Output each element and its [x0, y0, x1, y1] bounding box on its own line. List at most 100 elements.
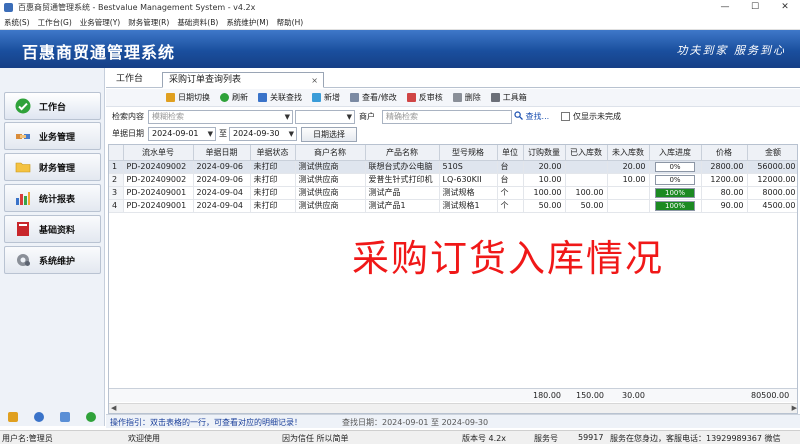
menu-help[interactable]: 帮助(H) — [277, 17, 304, 28]
cell-model: LQ-630KII — [439, 173, 498, 187]
horizontal-scrollbar[interactable]: ◀ ▶ — [109, 403, 797, 413]
sidebar-item-finance[interactable]: 财务管理 — [4, 153, 101, 181]
cell-model: 510S — [439, 160, 498, 174]
sidebar-item-basic-data[interactable]: 基础资料 — [4, 215, 101, 243]
monitor-icon[interactable] — [60, 412, 70, 422]
vendor-input[interactable]: 精确检索 — [382, 110, 512, 124]
only-unfinished-checkbox[interactable] — [561, 112, 570, 121]
cell-in: 50.00 — [565, 199, 608, 213]
date-select-button[interactable]: 日期选择 — [301, 127, 357, 142]
progress-bar: 100% — [655, 200, 695, 211]
only-unfinished-label: 仅显示未完成 — [573, 112, 621, 121]
col-header[interactable]: 已入库数 — [565, 145, 608, 161]
purchase-order-table: 流水单号 单据日期 单据状态 商户名称 产品名称 型号规格 单位 订购数量 已入… — [109, 145, 797, 213]
toolbox-icon — [490, 93, 500, 102]
sidebar-item-reports[interactable]: 统计报表 — [4, 184, 101, 212]
toolbox-button[interactable]: 工具箱 — [490, 92, 527, 103]
unapprove-button[interactable]: 反审核 — [406, 92, 443, 103]
tab-purchase-order-list[interactable]: 采购订单查询列表 × — [162, 72, 324, 88]
progress-bar: 100% — [655, 187, 695, 198]
total-in: 150.00 — [576, 391, 604, 400]
related-search-button[interactable]: 关联查找 — [258, 92, 302, 103]
minimize-icon[interactable]: — — [710, 0, 740, 15]
tab-workbench[interactable]: 工作台 — [110, 72, 160, 88]
view-edit-button[interactable]: 查看/修改 — [350, 92, 397, 103]
calendar-icon — [166, 93, 175, 102]
find-link[interactable]: 查找... — [514, 111, 549, 122]
sidebar-item-maintenance[interactable]: 系统维护 — [4, 246, 101, 274]
cell-model: 测试规格1 — [439, 199, 498, 213]
hint-bar: 操作指引：双击表格的一行，可查看对应的明细记录！ 查找日期：2024-09-01… — [106, 414, 800, 428]
vendor-label: 商户 — [359, 112, 375, 121]
search-input[interactable]: 模糊检索 ▼ — [148, 110, 293, 124]
overlay-caption: 采购订货入库情况 — [352, 237, 664, 280]
warning-icon[interactable] — [8, 412, 18, 422]
col-header[interactable]: 商户名称 — [295, 145, 366, 161]
table-row[interactable]: 2 PD-202409002 2024-09-06 未打印 测试供应商 爱普生针式打印机 L… — [109, 173, 797, 187]
col-header[interactable]: 价格 — [701, 145, 748, 161]
chevron-down-icon: ▼ — [346, 113, 352, 121]
col-header[interactable]: 金额 — [747, 145, 797, 161]
status-motto: 因为信任 所以简单 — [282, 434, 349, 443]
help-icon[interactable] — [34, 412, 44, 422]
table-row[interactable]: 3 PD-202409001 2024-09-04 未打印 测试供应商 测试产品 测试规格个… — [109, 186, 797, 200]
maximize-icon[interactable]: ☐ — [740, 0, 770, 15]
status-user: 用户名:管理员 — [2, 434, 53, 443]
cell-price: 1200.00 — [701, 173, 748, 187]
col-header[interactable]: 单位 — [497, 145, 524, 161]
table-row[interactable]: 1 PD-202409002 2024-09-06 未打印 测试供应商 联想台式办公电脑 5… — [109, 160, 797, 174]
cell-n: 3 — [109, 186, 124, 200]
sidebar-item-label: 统计报表 — [39, 194, 76, 205]
scroll-right-icon[interactable]: ▶ — [792, 404, 797, 412]
close-icon[interactable]: ✕ — [770, 0, 800, 15]
cell-no: PD-202409002 — [123, 160, 194, 174]
table-row[interactable]: 4 PD-202409001 2024-09-04 未打印 测试供应商 测试产品1 测试规格… — [109, 199, 797, 213]
cell-no: PD-202409001 — [123, 186, 194, 200]
menu-maintenance[interactable]: 系统维护(M) — [226, 17, 268, 28]
date-to-input[interactable]: 2024-09-30 ▼ — [229, 127, 297, 141]
sidebar-item-label: 系统维护 — [39, 256, 76, 267]
cell-in: 100.00 — [565, 186, 608, 200]
sidebar-item-workbench[interactable]: 工作台 — [4, 92, 101, 120]
col-header[interactable]: 单据状态 — [250, 145, 296, 161]
refresh-icon[interactable] — [86, 412, 96, 422]
button-label: 日期切换 — [178, 93, 210, 102]
menu-basic-data[interactable]: 基础资料(B) — [177, 17, 218, 28]
cell-price: 90.00 — [701, 199, 748, 213]
menu-business[interactable]: 业务管理(Y) — [80, 17, 120, 28]
col-header[interactable]: 订购数量 — [523, 145, 566, 161]
col-header[interactable]: 未入库数 — [607, 145, 650, 161]
button-label: 反审核 — [418, 93, 443, 102]
sidebar-item-business[interactable]: 业务管理 — [4, 122, 101, 150]
cell-no: PD-202409002 — [123, 173, 194, 187]
refresh-button[interactable]: 刷新 — [220, 92, 248, 103]
search-field-select[interactable]: ▼ — [295, 110, 355, 124]
add-button[interactable]: 新增 — [312, 92, 340, 103]
col-header[interactable]: 产品名称 — [365, 145, 440, 161]
date-switch-button[interactable]: 日期切换 — [166, 92, 210, 103]
date-from-input[interactable]: 2024-09-01 ▼ — [148, 127, 216, 141]
button-label: 刷新 — [232, 93, 248, 102]
tab-strip: 工作台 采购订单查询列表 × — [106, 70, 800, 88]
scroll-left-icon[interactable]: ◀ — [111, 404, 116, 412]
col-header[interactable]: 流水单号 — [123, 145, 194, 161]
tab-close-icon[interactable]: × — [311, 73, 318, 88]
app-icon — [4, 3, 13, 12]
menu-system[interactable]: 系统(S) — [4, 17, 30, 28]
cell-date: 2024-09-04 — [193, 186, 251, 200]
col-header[interactable]: 入库进度 — [649, 145, 702, 161]
filter-row-date: 单据日期 2024-09-01 ▼ 至 2024-09-30 ▼ 日期选择 — [106, 126, 800, 142]
date-label: 单据日期 — [112, 129, 144, 138]
col-header — [109, 145, 124, 161]
col-header[interactable]: 型号规格 — [439, 145, 498, 161]
menu-finance[interactable]: 财务管理(R) — [128, 17, 169, 28]
operation-hint: 操作指引：双击表格的一行，可查看对应的明细记录！ — [110, 418, 302, 427]
sidebar-item-label: 财务管理 — [39, 163, 76, 174]
delete-button[interactable]: 删除 — [452, 92, 481, 103]
sidebar-item-label: 业务管理 — [39, 132, 76, 143]
button-label: 关联查找 — [270, 93, 302, 102]
menu-workbench[interactable]: 工作台(G) — [38, 17, 72, 28]
col-header[interactable]: 单据日期 — [193, 145, 251, 161]
sidebar-item-label: 基础资料 — [39, 225, 76, 236]
cell-progress: 0% — [649, 160, 702, 174]
